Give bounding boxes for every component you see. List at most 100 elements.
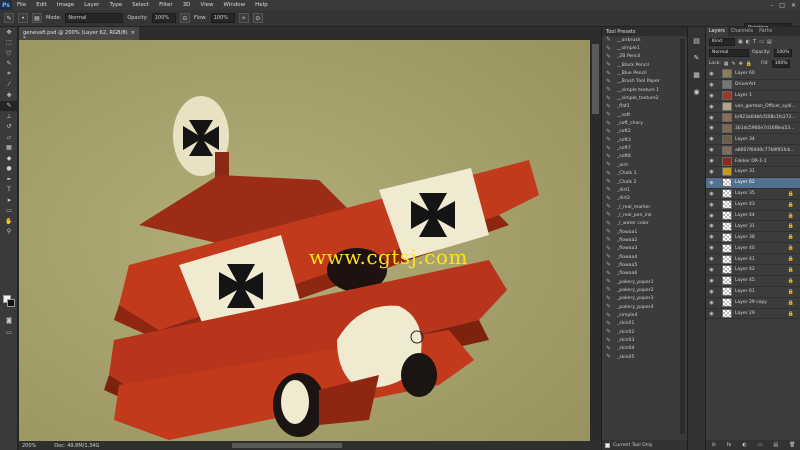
layer-row[interactable]: ◉ von_german_Officer_sydi...: [706, 102, 800, 113]
layer-row[interactable]: ◉ b/923a0dbfcf208c1fc272...: [706, 113, 800, 124]
preset-item[interactable]: ✎ __Brush Tool Paper: [602, 78, 687, 86]
layer-opacity-field[interactable]: 100%: [773, 48, 792, 57]
airbrush-icon[interactable]: ✧: [238, 13, 249, 23]
lock-position-icon[interactable]: ✥: [739, 61, 743, 67]
menu-help[interactable]: Help: [250, 2, 273, 8]
document-tab-close[interactable]: ×: [131, 30, 135, 37]
type-tool-icon[interactable]: T: [0, 185, 18, 196]
layer-row[interactable]: ◉ Layer 60: [706, 69, 800, 80]
canvas-vertical-scroll-thumb[interactable]: [592, 44, 599, 114]
preset-item[interactable]: ✎ _skin02: [602, 328, 687, 336]
preset-item[interactable]: ✎ _skin01: [602, 320, 687, 328]
filter-type-icon[interactable]: T: [753, 39, 756, 45]
preset-item[interactable]: ✎ _flowaa3: [602, 245, 687, 253]
menu-filter[interactable]: Filter: [154, 2, 178, 8]
color-panel-icon[interactable]: ◉: [691, 86, 702, 97]
preset-item[interactable]: ✎ _soft2: [602, 128, 687, 136]
preset-item[interactable]: ✎ _flowaa1: [602, 228, 687, 236]
layer-row[interactable]: ◉ Fokker DR-1-1: [706, 156, 800, 168]
preset-item[interactable]: ✎ _soft3: [602, 136, 687, 144]
menu-3d[interactable]: 3D: [178, 2, 196, 8]
lock-image-icon[interactable]: ✎: [732, 61, 736, 67]
layer-row[interactable]: ◉ Layer 44 🔒: [706, 211, 800, 222]
healing-brush-tool-icon[interactable]: ✚: [0, 90, 18, 101]
preset-item[interactable]: ✎ _flowaa2: [602, 236, 687, 244]
gradient-tool-icon[interactable]: ▦: [0, 143, 18, 154]
eraser-tool-icon[interactable]: ▱: [0, 132, 18, 143]
crop-tool-icon[interactable]: ⌗: [0, 69, 18, 80]
visibility-eye-icon[interactable]: ◉: [706, 300, 717, 306]
tab-layers[interactable]: Layers: [706, 27, 728, 36]
pressure-opacity-icon[interactable]: ⊙: [179, 13, 190, 23]
lasso-tool-icon[interactable]: ➰: [0, 48, 18, 59]
layer-row[interactable]: ◉ Layer 41 🔒: [706, 254, 800, 266]
zoom-level[interactable]: 200%: [22, 443, 36, 449]
visibility-eye-icon[interactable]: ◉: [706, 180, 717, 186]
preset-item[interactable]: ✎ __soft: [602, 111, 687, 119]
pen-tool-icon[interactable]: ✒: [0, 174, 18, 185]
visibility-eye-icon[interactable]: ◉: [706, 115, 717, 121]
visibility-eye-icon[interactable]: ◉: [706, 104, 717, 110]
visibility-eye-icon[interactable]: ◉: [706, 202, 717, 208]
layer-row[interactable]: ◉ Layer 34: [706, 134, 800, 146]
link-layers-icon[interactable]: ⊝: [711, 442, 715, 448]
visibility-eye-icon[interactable]: ◉: [706, 213, 717, 219]
visibility-eye-icon[interactable]: ◉: [706, 311, 717, 317]
canvas-horizontal-scroll-thumb[interactable]: [232, 443, 342, 448]
preset-item[interactable]: ✎ __simple_texture2: [602, 94, 687, 102]
visibility-eye-icon[interactable]: ◉: [706, 234, 717, 240]
preset-item[interactable]: ✎ __Blue Pencil: [602, 69, 687, 77]
canvas-vertical-scrollbar[interactable]: [590, 40, 601, 441]
visibility-eye-icon[interactable]: ◉: [706, 256, 717, 262]
layer-row[interactable]: ◉ Layer 31: [706, 167, 800, 178]
maximize-button[interactable]: □: [779, 2, 785, 9]
visibility-eye-icon[interactable]: ◉: [706, 223, 717, 229]
document-size[interactable]: Doc: 49.8M/1.34G: [54, 443, 99, 449]
history-brush-tool-icon[interactable]: ↺: [0, 122, 18, 133]
menu-file[interactable]: File: [12, 2, 31, 8]
preset-item[interactable]: ✎ _soft_chary: [602, 119, 687, 127]
visibility-eye-icon[interactable]: ◉: [706, 191, 717, 197]
menu-edit[interactable]: Edit: [31, 2, 52, 8]
background-color-swatch[interactable]: [7, 299, 15, 307]
close-button[interactable]: ✕: [791, 2, 796, 9]
menu-window[interactable]: Window: [218, 2, 250, 8]
preset-item[interactable]: ✎ _pokery_paper4: [602, 303, 687, 311]
new-layer-icon[interactable]: ▤: [773, 442, 778, 448]
new-group-icon[interactable]: ▭: [758, 442, 763, 448]
preset-item[interactable]: ✎ _flat1: [602, 103, 687, 111]
layer-row[interactable]: ◉ Layer 38 🔒: [706, 232, 800, 244]
layer-row[interactable]: ◉ Layer 29 🔒: [706, 309, 800, 320]
zoom-tool-icon[interactable]: ⚲: [0, 227, 18, 238]
eyedropper-tool-icon[interactable]: ⁄: [0, 80, 18, 91]
path-select-tool-icon[interactable]: ➤: [0, 195, 18, 206]
filter-adjust-icon[interactable]: ◐: [746, 39, 750, 45]
preset-item[interactable]: ✎ _skin03: [602, 336, 687, 344]
visibility-eye-icon[interactable]: ◉: [706, 82, 717, 88]
layer-row[interactable]: ◉ Layer 40 🔒: [706, 243, 800, 255]
filter-smart-icon[interactable]: ▤: [767, 39, 772, 45]
document-canvas[interactable]: www.cgtsj.com: [19, 40, 601, 441]
visibility-eye-icon[interactable]: ◉: [706, 147, 717, 153]
visibility-eye-icon[interactable]: ◉: [706, 267, 717, 273]
preset-item[interactable]: ✎ _Chalk 1: [602, 170, 687, 178]
visibility-eye-icon[interactable]: ◉: [706, 136, 717, 142]
preset-item[interactable]: ✎ _2B Pencil: [602, 53, 687, 61]
preset-item[interactable]: ✎ _flowaa4: [602, 253, 687, 261]
preset-item[interactable]: ✎ _pokery_paper1: [602, 278, 687, 286]
menu-type[interactable]: Type: [104, 2, 127, 8]
layer-row[interactable]: ◉ Layer 35 🔒: [706, 189, 800, 200]
layer-filter-select[interactable]: Kind: [709, 37, 735, 46]
quick-mask-icon[interactable]: ◙: [0, 315, 18, 326]
menu-layer[interactable]: Layer: [79, 2, 104, 8]
document-tab[interactable]: genevafi.psd @ 200% (Layer 62, RGB/8) * …: [19, 27, 139, 42]
lock-all-icon[interactable]: 🔒: [746, 61, 752, 67]
preset-item[interactable]: ✎ _skin05: [602, 353, 687, 361]
layer-row[interactable]: ◉ Layer 1: [706, 91, 800, 102]
preset-item[interactable]: ✎ _l_water color: [602, 220, 687, 228]
menu-view[interactable]: View: [195, 2, 218, 8]
layer-row[interactable]: ◉ Layer 43 🔒: [706, 200, 800, 211]
preset-item[interactable]: ✎ __airbrush: [602, 36, 687, 44]
filter-pixel-icon[interactable]: ▣: [738, 39, 743, 45]
preset-item[interactable]: ✎ _soft8: [602, 153, 687, 161]
